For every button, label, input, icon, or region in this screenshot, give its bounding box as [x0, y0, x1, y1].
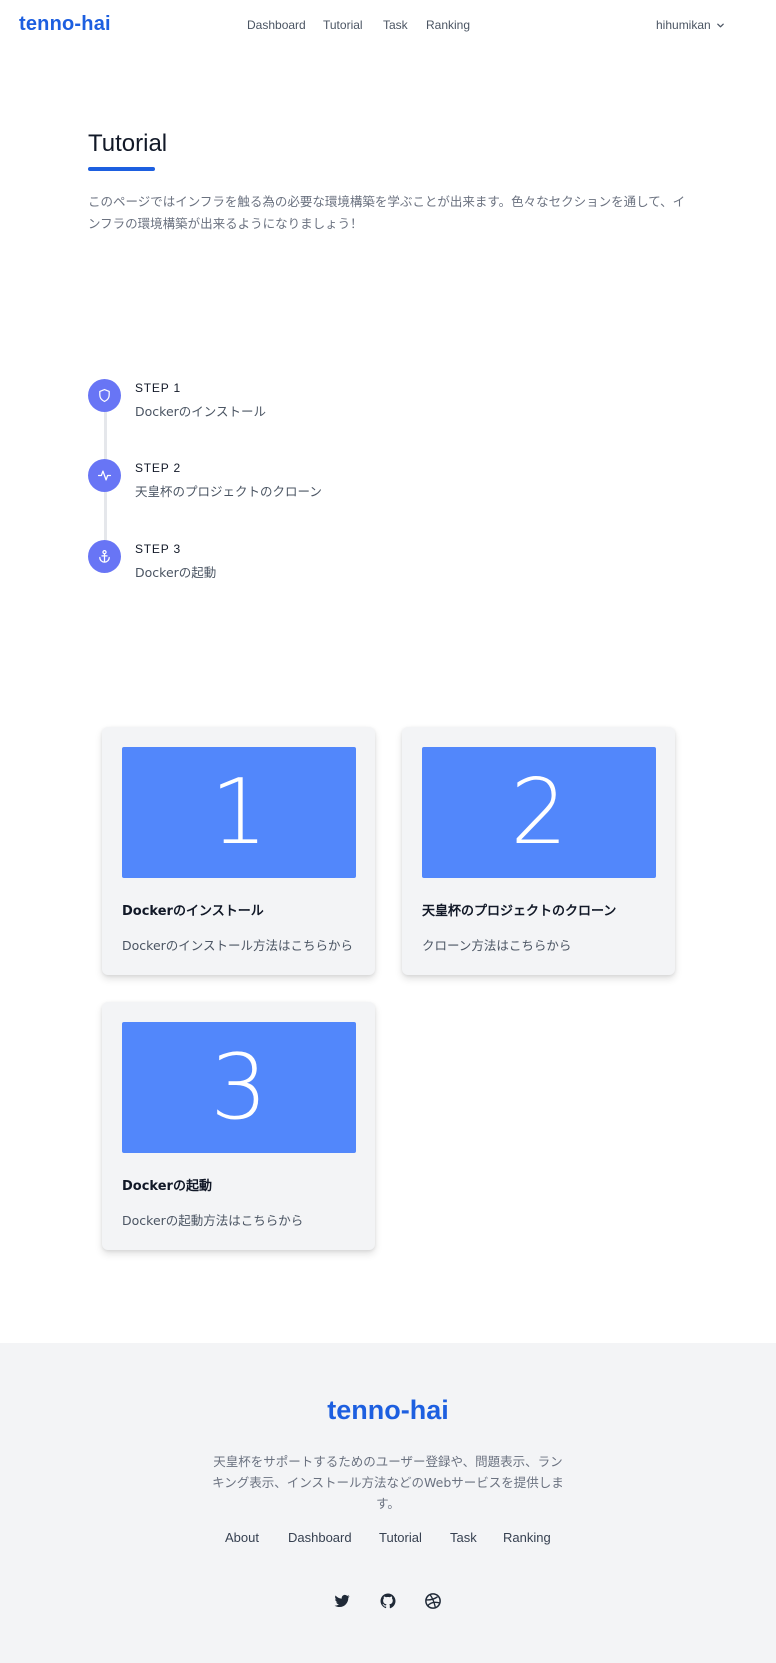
- footer: tenno-hai 天皇杯をサポートするためのユーザー登録や、問題表示、ランキン…: [0, 1343, 776, 1663]
- footer-description: 天皇杯をサポートするためのユーザー登録や、問題表示、ランキング表示、インストール…: [212, 1454, 564, 1511]
- step-1-text: Dockerのインストール: [135, 404, 267, 419]
- nav-ranking[interactable]: Ranking: [426, 18, 470, 32]
- chevron-down-icon: [716, 23, 724, 27]
- github-icon: [380, 1593, 396, 1609]
- page-title: Tutorial: [88, 130, 168, 157]
- step-1-label: STEP 1: [135, 381, 181, 395]
- anchor-icon: [99, 549, 110, 563]
- intro-text: このページではインフラを触る為の必要な環境構築を学ぶことが出来ます。色々なセクシ…: [88, 194, 686, 231]
- step-2-text: 天皇杯のプロジェクトのクローン: [135, 484, 322, 499]
- step-3: STEP 3 Dockerの起動: [88, 540, 488, 580]
- step-3-label: STEP 3: [135, 542, 181, 556]
- step-1-circle: [88, 379, 121, 412]
- step-3-text: Dockerの起動: [135, 565, 217, 580]
- dribbble-link[interactable]: [424, 1592, 442, 1610]
- card-3-desc[interactable]: Dockerの起動方法はこちらから: [122, 1210, 303, 1229]
- card-1-image: 1: [122, 747, 356, 878]
- github-link[interactable]: [379, 1592, 397, 1610]
- nav-tutorial[interactable]: Tutorial: [323, 18, 363, 32]
- step-2: STEP 2 天皇杯のプロジェクトのクローン: [88, 459, 488, 499]
- nav-task[interactable]: Task: [383, 18, 408, 32]
- card-2-number: 2: [510, 759, 568, 865]
- user-name: hihumikan: [656, 18, 711, 32]
- twitter-link[interactable]: [333, 1592, 351, 1610]
- step-3-circle: [88, 540, 121, 573]
- shield-icon: [99, 388, 110, 403]
- card-2-desc[interactable]: クローン方法はこちらから: [422, 935, 571, 954]
- footer-nav-dashboard[interactable]: Dashboard: [288, 1530, 352, 1545]
- card-2-title[interactable]: 天皇杯のプロジェクトのクローン: [422, 900, 616, 919]
- tutorial-card-1[interactable]: 1 Dockerのインストール Dockerのインストール方法はこちらから: [102, 727, 375, 975]
- activity-icon: [97, 470, 112, 481]
- card-1-number: 1: [210, 759, 268, 865]
- step-2-label: STEP 2: [135, 461, 181, 475]
- dribbble-icon: [425, 1593, 441, 1609]
- footer-brand[interactable]: tenno-hai: [0, 1395, 776, 1426]
- card-2-image: 2: [422, 747, 656, 878]
- top-navbar: tenno-hai Dashboard Tutorial Task Rankin…: [0, 0, 776, 52]
- title-underline: [88, 167, 155, 171]
- footer-nav-task[interactable]: Task: [450, 1530, 477, 1545]
- card-1-title[interactable]: Dockerのインストール: [122, 900, 264, 919]
- footer-nav-about[interactable]: About: [225, 1530, 259, 1545]
- step-2-circle: [88, 459, 121, 492]
- card-1-desc[interactable]: Dockerのインストール方法はこちらから: [122, 935, 353, 954]
- brand-logo[interactable]: tenno-hai: [19, 13, 111, 36]
- step-1: STEP 1 Dockerのインストール: [88, 379, 488, 419]
- card-3-number: 3: [210, 1034, 268, 1140]
- twitter-icon: [334, 1594, 350, 1607]
- tutorial-card-3[interactable]: 3 Dockerの起動 Dockerの起動方法はこちらから: [102, 1002, 375, 1250]
- footer-nav-ranking[interactable]: Ranking: [503, 1530, 551, 1545]
- nav-dashboard[interactable]: Dashboard: [247, 18, 306, 32]
- tutorial-card-2[interactable]: 2 天皇杯のプロジェクトのクローン クローン方法はこちらから: [402, 727, 675, 975]
- footer-nav-tutorial[interactable]: Tutorial: [379, 1530, 422, 1545]
- card-3-image: 3: [122, 1022, 356, 1153]
- card-3-title[interactable]: Dockerの起動: [122, 1175, 212, 1194]
- user-menu[interactable]: hihumikan: [656, 18, 725, 32]
